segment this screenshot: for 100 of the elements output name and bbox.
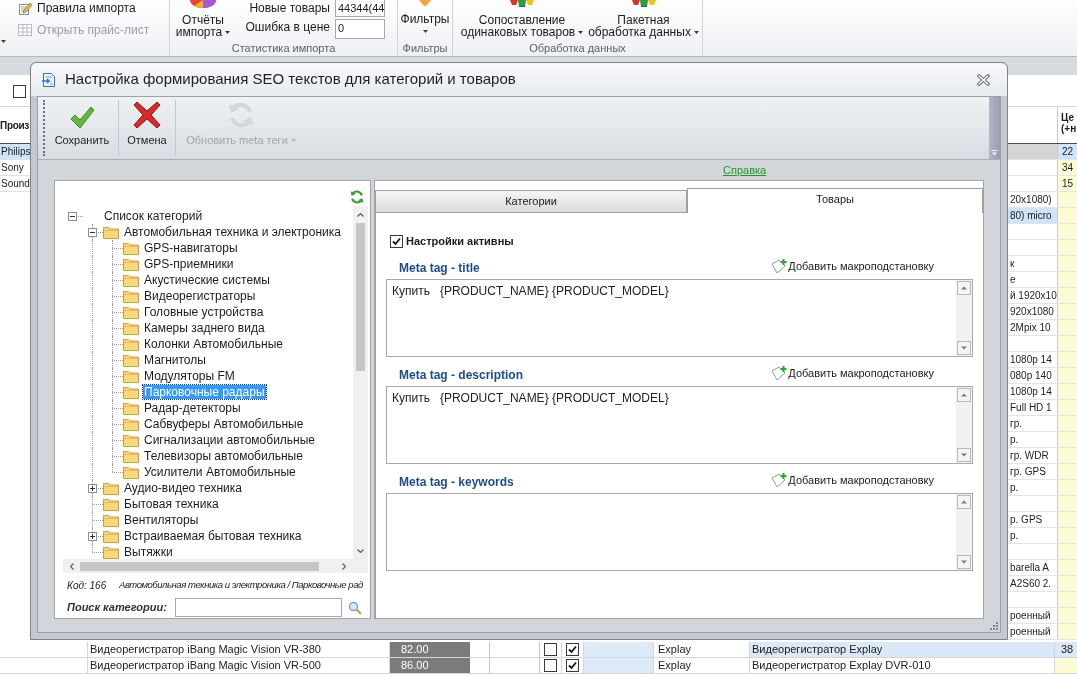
tree-item[interactable]: Бытовая техника (123, 497, 220, 511)
arrow-up-icon[interactable] (957, 495, 971, 509)
add-macro-button[interactable]: Добавить макроподстановку (771, 257, 934, 275)
resize-grip-icon[interactable] (990, 622, 998, 630)
text-area[interactable]: Купить {PRODUCT_NAME} {PRODUCT_MODEL} (386, 386, 973, 464)
tree-item[interactable]: Камеры заднего вида (143, 321, 266, 335)
tab[interactable]: Товары (687, 188, 983, 213)
overflow-icon[interactable] (991, 150, 998, 156)
table-cell: Philips (0, 144, 30, 160)
folder-icon (123, 369, 139, 383)
arrow-up-icon[interactable] (957, 388, 971, 402)
field-label: Новые товары (248, 0, 331, 17)
table-cell (1057, 512, 1077, 527)
folder-icon (123, 353, 139, 367)
folder-icon (123, 289, 139, 303)
blocks-icon (510, 0, 534, 7)
arrow-up-icon[interactable] (957, 281, 971, 295)
table-cell (1057, 192, 1077, 207)
table-cell (1057, 320, 1077, 335)
tree-item[interactable]: GPS-навигаторы (143, 241, 239, 255)
tree-item[interactable]: Телевизоры автомобильные (143, 449, 304, 463)
chevron-down-icon[interactable] (357, 548, 364, 553)
scrollbar[interactable] (353, 206, 368, 559)
tree-item[interactable]: Акустические системы (143, 273, 271, 287)
tree-item[interactable]: Радар-детекторы (143, 401, 242, 415)
refresh-icon (226, 100, 256, 130)
chevron-up-icon[interactable] (357, 212, 364, 217)
table-cell (1057, 448, 1077, 463)
scrollbar[interactable] (956, 387, 972, 463)
close-icon[interactable] (977, 73, 990, 86)
folder-icon (123, 433, 139, 447)
scrollbar[interactable] (63, 559, 368, 573)
tag-plus-icon (771, 472, 789, 488)
arrow-down-icon[interactable] (957, 448, 971, 462)
group-label: Фильтры (401, 41, 449, 56)
folder-icon (103, 481, 119, 495)
text-area[interactable]: Купить {PRODUCT_NAME} {PRODUCT_MODEL} (386, 279, 973, 357)
tree-item[interactable]: Автомобильная техника и электроника (123, 225, 342, 239)
arrow-down-icon[interactable] (957, 341, 971, 355)
folder-icon (103, 497, 119, 511)
group-label: Обработка данных (528, 41, 627, 56)
tree-item[interactable]: Вытяжки (123, 545, 174, 559)
checkbox[interactable] (390, 235, 403, 248)
input-field[interactable]: 0 (335, 19, 385, 39)
tree-item[interactable]: Усилители Автомобильные (143, 465, 297, 479)
window-title: Настройка формирования SEO текстов для категорий и товаров (65, 69, 516, 90)
search-icon[interactable] (348, 600, 362, 615)
checkbox[interactable] (566, 659, 579, 672)
minus-box-icon[interactable] (68, 212, 77, 221)
folder-icon (123, 417, 139, 431)
tree-item[interactable]: Вентиляторы (123, 513, 200, 527)
checkbox[interactable] (544, 643, 557, 656)
text-area[interactable] (386, 493, 973, 571)
checkbox[interactable] (544, 659, 557, 672)
chevron-right-icon[interactable] (341, 562, 346, 570)
add-macro-button[interactable]: Добавить макроподстановку (771, 471, 934, 489)
tree-item[interactable]: Магнитолы (143, 353, 207, 367)
toolbar-button[interactable]: Сохранить (48, 97, 116, 159)
table-cell (1057, 400, 1077, 415)
ribbon-button[interactable]: Фильтры (400, 0, 450, 40)
plus-box-icon[interactable] (88, 484, 97, 493)
plus-box-icon[interactable] (88, 532, 97, 541)
ribbon-button[interactable]: Сопоставление одинаковых товаров (459, 0, 585, 40)
folder-icon (123, 401, 139, 415)
ribbon-button[interactable]: Пакетная обработка данных (588, 0, 699, 40)
scrollbar-thumb[interactable] (356, 223, 365, 371)
table-cell (1057, 624, 1077, 639)
minus-box-icon[interactable] (88, 228, 97, 237)
ribbon-button[interactable]: Правила импорта (18, 0, 150, 16)
folder-icon (123, 465, 139, 479)
tab[interactable]: Категории (375, 190, 687, 213)
checkbox[interactable] (13, 85, 26, 98)
search-field[interactable] (175, 598, 342, 617)
tag-plus-icon (771, 365, 789, 381)
tree-item[interactable]: Головные устройства (143, 305, 265, 319)
table-cell (1057, 464, 1077, 479)
tree-item[interactable]: Сигнализации автомобильные (143, 433, 317, 447)
toolbar-button[interactable]: Отмена (121, 97, 173, 159)
tree-item[interactable]: Колонки Автомобильные (143, 337, 284, 351)
scrollbar[interactable] (956, 494, 972, 570)
refresh-icon[interactable] (349, 189, 365, 205)
tree-item[interactable]: Список категорий (103, 209, 204, 223)
tree-item[interactable]: Модуляторы FM (143, 369, 236, 383)
table-cell (1057, 480, 1077, 495)
arrow-down-icon[interactable] (957, 555, 971, 569)
tree-item[interactable]: Встраиваемая бытовая техника (123, 529, 303, 543)
checkbox[interactable] (566, 643, 579, 656)
table-icon (18, 24, 32, 36)
table-cell: Sound (0, 176, 30, 192)
tree-item[interactable]: GPS-приемники (143, 257, 235, 271)
tree-item[interactable]: Аудио-видео техника (123, 481, 243, 495)
tree-item[interactable]: Сабвуферы Автомобильные (143, 417, 305, 431)
scrollbar[interactable] (956, 280, 972, 356)
tree-item[interactable]: Видеорегистраторы (143, 289, 257, 303)
add-macro-button[interactable]: Добавить макроподстановку (771, 364, 934, 382)
ribbon-button[interactable]: Отчёты импорта (177, 0, 229, 40)
chevron-left-icon[interactable] (69, 562, 74, 570)
input-field[interactable]: 44344(44 (335, 0, 385, 17)
scrollbar-thumb[interactable] (80, 561, 319, 571)
table-cell (1057, 272, 1077, 287)
